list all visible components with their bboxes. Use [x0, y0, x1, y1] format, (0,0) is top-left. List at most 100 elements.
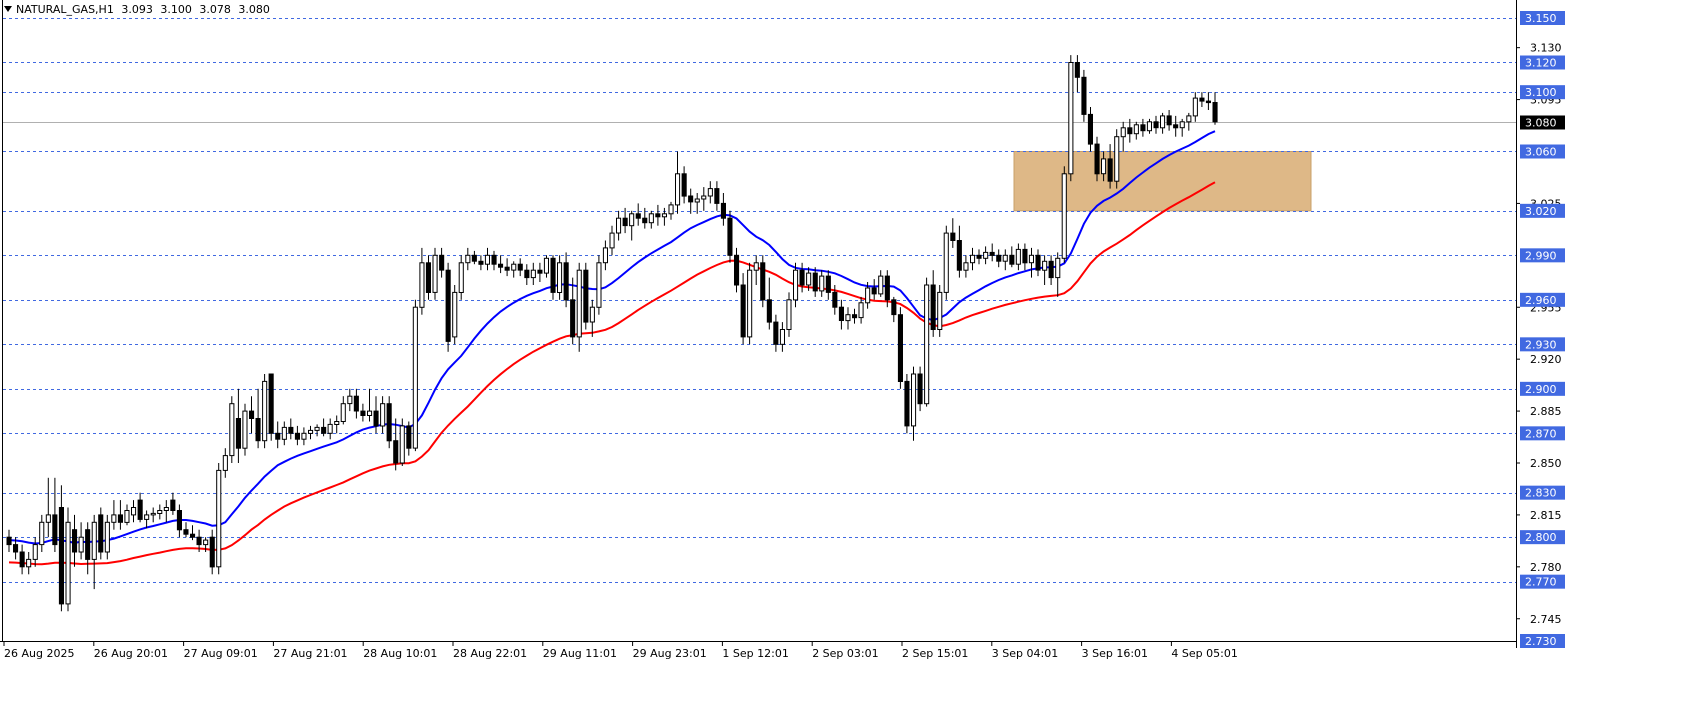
candle-body-bull [1160, 115, 1166, 129]
candle-body-bull [1068, 62, 1074, 175]
candle-body-bear [1107, 158, 1113, 182]
candle-body-bull [104, 521, 110, 553]
price-tick-label: 2.920 [1530, 353, 1562, 366]
level-badge: 3.150 [1520, 11, 1565, 25]
price-tick-label: 2.850 [1530, 457, 1562, 470]
candle-body-bear [655, 213, 661, 218]
candle[interactable] [1114, 129, 1120, 189]
candle[interactable] [1061, 166, 1067, 263]
candle-body-bear [183, 529, 189, 535]
candle[interactable] [386, 396, 392, 449]
candle[interactable] [943, 225, 949, 300]
candle-body-bull [432, 254, 438, 293]
time-tick-label: 26 Aug 20:01 [94, 647, 168, 660]
candle[interactable] [727, 210, 733, 263]
candle[interactable] [747, 262, 753, 345]
candle-body-bear [386, 403, 392, 442]
candle-body-bear [1022, 248, 1028, 264]
level-badge-label: 2.870 [1525, 427, 1557, 440]
price-chart[interactable]: 3.1303.0953.0252.9552.9202.8852.8502.815… [0, 0, 1686, 713]
candle[interactable] [65, 507, 71, 612]
candle-body-bull [701, 195, 707, 200]
level-badge: 2.770 [1520, 574, 1565, 589]
candle-body-bull [39, 521, 45, 546]
candle[interactable] [412, 299, 418, 452]
candle-body-bull [648, 213, 654, 224]
candle-body-bull [281, 426, 287, 440]
candle[interactable] [937, 285, 943, 337]
level-badge-label: 3.150 [1525, 12, 1557, 25]
candle[interactable] [242, 403, 248, 456]
price-tick-label: 3.130 [1530, 42, 1562, 55]
candle-body-bear [1199, 97, 1205, 102]
dropdown-triangle-icon[interactable] [4, 6, 12, 12]
candle[interactable] [1081, 69, 1087, 122]
candle[interactable] [452, 285, 458, 345]
time-tick-label: 4 Sep 05:01 [1171, 647, 1237, 660]
candle[interactable] [445, 262, 451, 352]
candle[interactable] [268, 373, 274, 441]
candle[interactable] [262, 374, 268, 449]
level-badge: 3.120 [1520, 55, 1565, 70]
candle[interactable] [760, 255, 766, 308]
time-tick-label: 2 Sep 15:01 [902, 647, 968, 660]
candle[interactable] [924, 277, 930, 407]
candle[interactable] [399, 418, 405, 467]
candle[interactable] [432, 247, 438, 300]
candle-body-bear [1127, 127, 1133, 135]
candle-body-bear [622, 217, 628, 227]
chart-area[interactable]: 3.1303.0953.0252.9552.9202.8852.8502.815… [0, 0, 1686, 713]
candle-body-bull [340, 403, 346, 423]
level-badge-label: 3.100 [1525, 86, 1557, 99]
candle-body-bear [871, 287, 877, 295]
candle-body-bull [484, 254, 490, 265]
candle[interactable] [596, 255, 602, 315]
candle-body-bull [970, 254, 976, 264]
candle-body-bear [85, 529, 91, 560]
candle-body-bull [609, 232, 615, 249]
candle[interactable] [904, 374, 910, 434]
candle-body-bear [170, 499, 176, 512]
level-badge: 2.730 [1520, 634, 1565, 648]
low-value: 3.078 [199, 3, 231, 16]
candle-body-bear [249, 410, 255, 420]
price-tick-label: 2.745 [1530, 613, 1562, 626]
candle-body-bull [124, 510, 130, 523]
candle-body-bear [517, 263, 523, 271]
candle-body-bull [163, 507, 169, 511]
candle-body-bear [439, 254, 445, 271]
candle-body-bull [1061, 173, 1067, 259]
candle[interactable] [583, 262, 589, 330]
candle-body-bull [937, 291, 943, 330]
level-badge: 2.870 [1520, 426, 1565, 441]
candle-body-bear [288, 426, 294, 434]
candle-body-bull [1146, 121, 1153, 132]
time-tick-label: 3 Sep 16:01 [1082, 647, 1148, 660]
candle-body-bull [262, 380, 268, 442]
candle-body-bear [537, 269, 543, 274]
candle-body-bear [1212, 102, 1218, 123]
candle-body-bear [1140, 124, 1146, 132]
candle[interactable] [216, 463, 222, 575]
candle-body-bull [380, 403, 386, 427]
candle-body-bear [294, 432, 300, 440]
candle-body-bull [963, 262, 969, 271]
candle-body-bear [760, 262, 766, 301]
candle-body-bear [268, 373, 274, 434]
candle-body-bear [583, 269, 589, 323]
candle[interactable] [897, 307, 904, 389]
candle-body-bear [1087, 113, 1094, 145]
candle-body-bear [353, 395, 359, 412]
candle-body-bull [1120, 127, 1126, 138]
candle-body-bull [543, 257, 550, 274]
candle[interactable] [98, 507, 104, 560]
candle[interactable] [1068, 55, 1074, 182]
candle-body-bear [498, 263, 504, 268]
candle-body-bull [91, 521, 97, 560]
price-tick-label: 2.815 [1530, 509, 1562, 522]
candle-body-bear [832, 291, 838, 308]
current-price-badge: 3.080 [1520, 115, 1565, 130]
candle[interactable] [229, 396, 235, 463]
level-badge: 2.800 [1520, 530, 1565, 545]
level-badge: 3.060 [1520, 144, 1565, 159]
